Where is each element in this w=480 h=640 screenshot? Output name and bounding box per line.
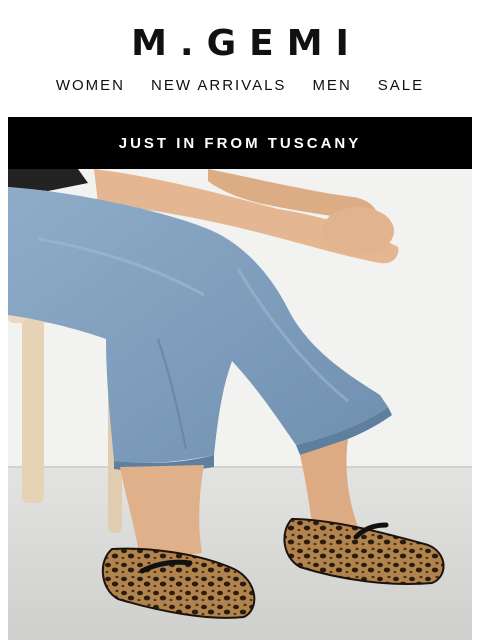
hero-illustration bbox=[8, 169, 472, 640]
nav-item-sale[interactable]: SALE bbox=[378, 77, 424, 94]
brand-logo[interactable]: M.GEMI bbox=[131, 26, 362, 62]
email-header: M.GEMI WOMEN NEW ARRIVALS MEN SALE bbox=[0, 0, 480, 98]
nav-item-men[interactable]: MEN bbox=[312, 77, 351, 94]
main-nav: WOMEN NEW ARRIVALS MEN SALE bbox=[0, 72, 480, 98]
nav-item-new-arrivals[interactable]: NEW ARRIVALS bbox=[151, 77, 286, 94]
logo-container: M.GEMI bbox=[0, 0, 480, 62]
promo-banner-text: JUST IN FROM TUSCANY bbox=[118, 134, 362, 152]
nav-item-women[interactable]: WOMEN bbox=[56, 77, 125, 94]
hero-image[interactable] bbox=[8, 169, 472, 640]
promo-banner[interactable]: JUST IN FROM TUSCANY bbox=[8, 117, 472, 169]
